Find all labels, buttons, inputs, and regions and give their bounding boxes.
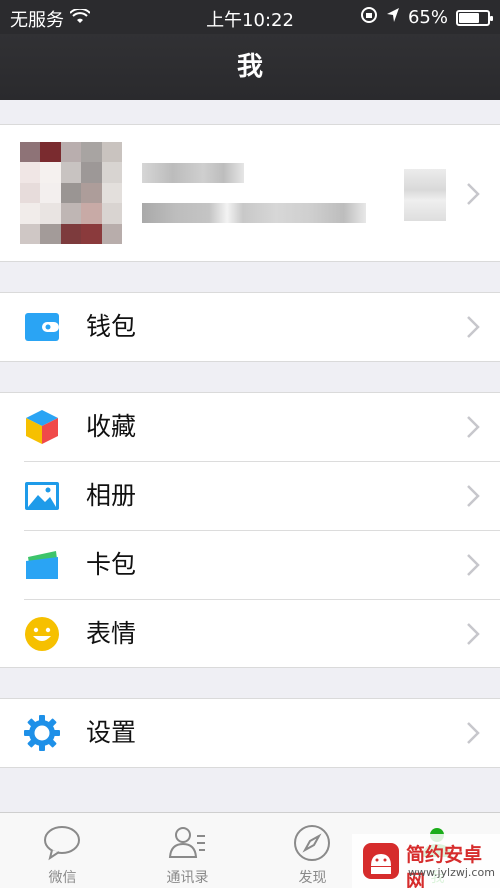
chevron-right-icon — [467, 554, 480, 576]
menu-label-cards: 卡包 — [86, 550, 137, 579]
nickname-blurred — [142, 163, 244, 183]
orientation-lock-icon — [360, 6, 378, 29]
menu-item-favorites[interactable]: 收藏 — [0, 393, 500, 461]
contacts-icon — [168, 827, 205, 858]
favorites-cube-icon — [26, 410, 58, 444]
menu-item-wallet[interactable]: 钱包 — [0, 293, 500, 361]
chevron-right-icon — [467, 722, 480, 744]
location-icon — [386, 7, 400, 28]
settings-section: 设置 — [0, 698, 500, 768]
tab-label-contacts: 通讯录 — [166, 870, 209, 886]
menu-item-settings[interactable]: 设置 — [0, 699, 500, 767]
qr-code-blurred[interactable] — [404, 169, 446, 221]
menu-label-favorites: 收藏 — [86, 412, 137, 441]
gear-icon — [24, 715, 60, 751]
menu-label-settings: 设置 — [86, 718, 137, 747]
tab-contacts[interactable]: 通讯录 — [125, 813, 250, 888]
chevron-right-icon — [467, 623, 480, 645]
android-logo-icon — [363, 843, 399, 879]
card-pack-icon — [26, 551, 58, 579]
avatar — [20, 142, 122, 244]
wallet-section: 钱包 — [0, 292, 500, 362]
menu-label-wallet: 钱包 — [86, 312, 137, 341]
battery-percent: 65% — [407, 7, 448, 28]
menu-item-cards[interactable]: 卡包 — [0, 531, 500, 599]
compass-icon — [294, 825, 330, 861]
smiley-icon — [25, 617, 59, 651]
battery-level — [459, 12, 479, 23]
menu-item-stickers[interactable]: 表情 — [0, 600, 500, 668]
profile-card[interactable] — [0, 124, 500, 262]
menu-label-album: 相册 — [86, 481, 137, 510]
chevron-right-icon — [467, 316, 480, 338]
tab-chats[interactable]: 微信 — [0, 813, 125, 888]
menu-item-album[interactable]: 相册 — [0, 462, 500, 530]
watermark-url: www.jylzwj.com — [408, 866, 495, 879]
status-bar: 无服务 上午10:22 65% — [0, 0, 500, 34]
battery-icon — [456, 9, 493, 26]
content-section: 收藏 相册 卡包 表情 — [0, 392, 500, 668]
site-watermark: 简约安卓网 www.jylzwj.com — [352, 834, 500, 888]
wallet-icon — [25, 313, 59, 341]
tab-label-chats: 微信 — [48, 870, 77, 886]
chevron-right-icon — [467, 183, 480, 205]
page-title: 我 — [0, 34, 500, 100]
menu-label-stickers: 表情 — [86, 619, 137, 648]
album-icon — [25, 482, 59, 510]
watermark-title: 简约安卓网 — [406, 844, 483, 888]
wechat-id-blurred — [142, 203, 366, 223]
chevron-right-icon — [467, 485, 480, 507]
chat-bubble-icon — [44, 826, 80, 861]
chevron-right-icon — [467, 416, 480, 438]
